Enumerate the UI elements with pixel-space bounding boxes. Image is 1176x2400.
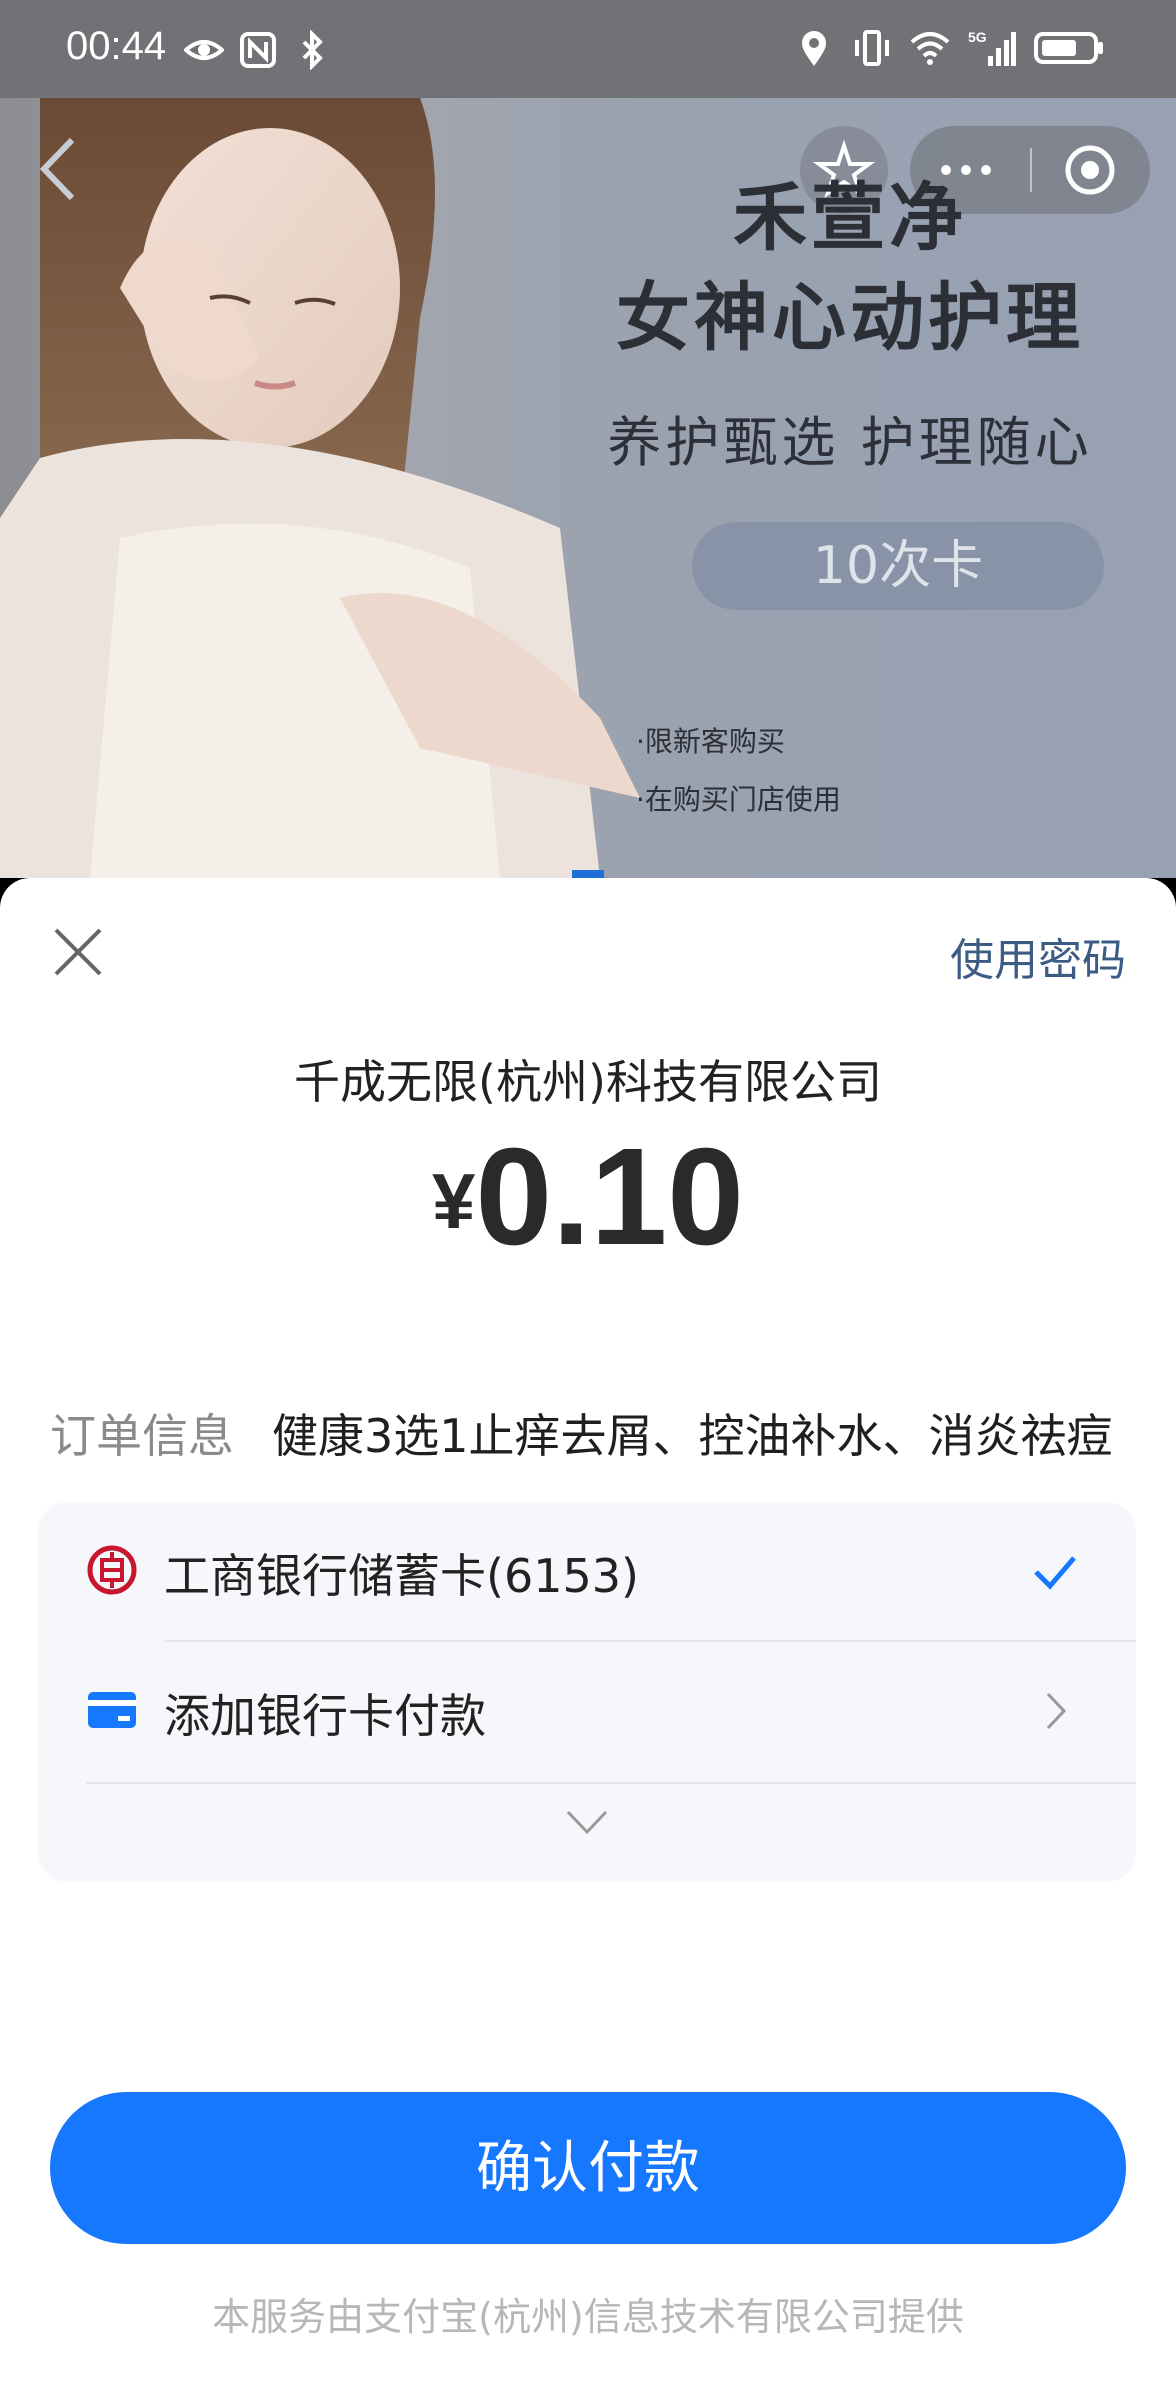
vibrate-icon [855, 30, 889, 66]
service-provider-footer: 本服务由支付宝(杭州)信息技术有限公司提供 [212, 2295, 964, 2339]
chevron-right-icon [1046, 1692, 1067, 1730]
banner-note: ·在购买门店使用 [636, 783, 841, 816]
add-bank-card-row[interactable]: 添加银行卡付款 [38, 1642, 1136, 1780]
payment-amount: ¥0.10 [0, 1118, 1176, 1277]
close-icon [54, 928, 102, 976]
merchant-name: 千成无限(杭州)科技有限公司 [294, 1055, 882, 1109]
amount-value: 0.10 [475, 1120, 744, 1274]
svg-text:5G: 5G [968, 29, 987, 45]
payment-method-label: 工商银行储蓄卡(6153) [164, 1549, 639, 1603]
banner-title: 禾萱净 [733, 175, 967, 261]
divider [86, 1782, 1136, 1784]
status-right-icons: 5G [794, 28, 1104, 68]
product-banner[interactable]: 禾萱净 女神心动护理 养护甄选 护理随心 10次卡 ·限新客购买 ·在购买门店使… [0, 98, 1176, 878]
status-time: 00:44 [66, 24, 167, 68]
payment-method-icbc[interactable]: 工商银行储蓄卡(6153) [38, 1502, 1136, 1640]
chevron-down-icon[interactable] [562, 1802, 612, 1842]
bluetooth-icon [302, 30, 323, 70]
currency-symbol: ¥ [432, 1157, 476, 1245]
carousel-indicator [572, 870, 604, 878]
order-info-value: 健康3选1止痒去屑、控油补水、消炎祛痘 [272, 1409, 1113, 1463]
payment-sheet: 使用密码 千成无限(杭州)科技有限公司 ¥0.10 订单信息 健康3选1止痒去屑… [0, 878, 1176, 2400]
icbc-logo-icon [87, 1545, 137, 1595]
model-photo-image [0, 98, 640, 878]
bank-card-icon [88, 1692, 136, 1728]
status-bar: 00:44 5G [0, 0, 1176, 98]
status-left-icons [184, 30, 332, 70]
eye-icon [184, 40, 224, 60]
order-info-label: 订单信息 [50, 1409, 234, 1463]
checkmark-icon [1034, 1556, 1076, 1590]
payment-methods-card: 工商银行储蓄卡(6153) 添加银行卡付款 [38, 1502, 1136, 1882]
payment-method-label: 添加银行卡付款 [164, 1689, 486, 1743]
banner-tagline: 养护甄选 护理随心 [607, 411, 1093, 474]
back-arrow-icon[interactable] [32, 134, 92, 204]
banner-subtitle: 女神心动护理 [616, 275, 1084, 361]
location-icon [802, 31, 826, 66]
banner-note: ·限新客购买 [636, 725, 785, 758]
confirm-payment-button[interactable]: 确认付款 [50, 2092, 1126, 2244]
close-button[interactable] [50, 924, 106, 980]
use-password-link[interactable]: 使用密码 [950, 924, 1126, 988]
nfc-icon [240, 32, 276, 68]
wifi-icon [910, 32, 950, 65]
banner-badge: 10次卡 [692, 522, 1104, 610]
battery-icon [1034, 32, 1103, 64]
signal-5g-icon: 5G [968, 29, 1016, 66]
